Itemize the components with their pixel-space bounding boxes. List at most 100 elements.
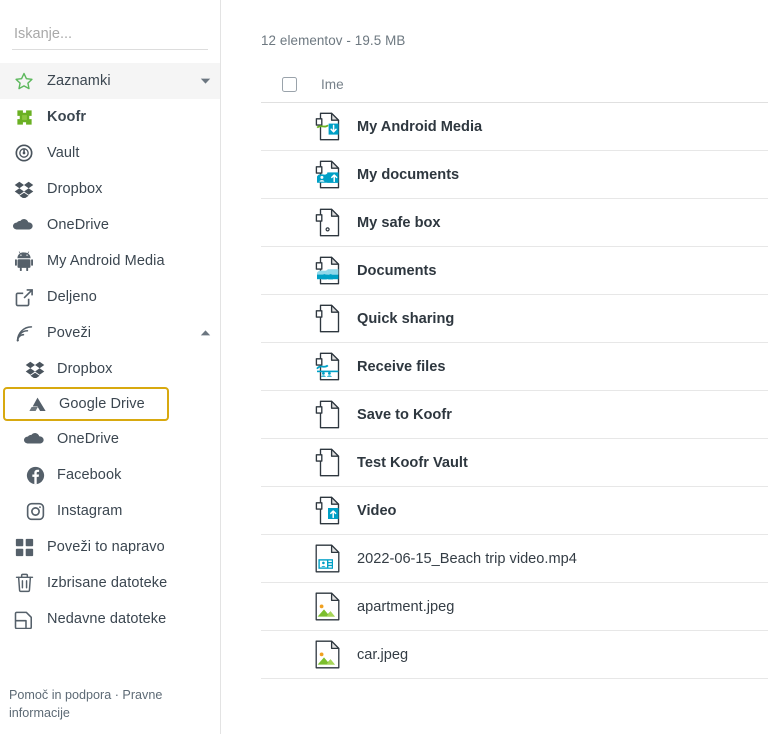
- android-icon: [13, 250, 35, 272]
- help-and-support-link[interactable]: Pomoč in podpora: [9, 688, 111, 702]
- facebook-icon: [24, 464, 46, 486]
- column-header-name[interactable]: Ime: [321, 77, 344, 92]
- vault-lock-icon: [13, 142, 35, 164]
- folder-receivers-icon: [314, 352, 341, 382]
- table-row[interactable]: Documents: [261, 247, 768, 295]
- sidebar-item-label: Izbrisane datoteke: [47, 575, 168, 591]
- main-content: 12 elementov - 19.5 MB Ime My Android Me…: [221, 0, 768, 734]
- sidebar-nav: Zaznamki Koofr Vault Dropbox OneDrive My Andr…: [0, 63, 220, 637]
- file-list: My Android Media My documents My safe bo…: [261, 103, 768, 679]
- table-row[interactable]: Save to Koofr: [261, 391, 768, 439]
- item-name[interactable]: Test Koofr Vault: [357, 455, 468, 471]
- item-name[interactable]: Receive files: [357, 359, 445, 375]
- sidebar-item-zaznamki[interactable]: Zaznamki: [0, 63, 220, 99]
- sidebar-item-label: Poveži to napravo: [47, 539, 165, 555]
- table-row[interactable]: My documents: [261, 151, 768, 199]
- dropbox-icon: [13, 178, 35, 200]
- folder-plain-icon: [314, 448, 341, 478]
- table-row[interactable]: Receive files: [261, 343, 768, 391]
- sidebar-item-label: Zaznamki: [47, 73, 111, 89]
- table-row[interactable]: car.jpeg: [261, 631, 768, 679]
- sidebar-item-onedrive[interactable]: OneDrive: [0, 207, 220, 243]
- item-name[interactable]: My documents: [357, 167, 459, 183]
- sidebar-item-deljeno[interactable]: Deljeno: [0, 279, 220, 315]
- sidebar-item-instagram[interactable]: Instagram: [0, 493, 220, 529]
- sidebar-item-label: Nedavne datoteke: [47, 611, 167, 627]
- item-name[interactable]: Video: [357, 503, 396, 519]
- select-all-checkbox[interactable]: [282, 77, 297, 92]
- sidebar-item-pove-i[interactable]: Poveži: [0, 315, 220, 351]
- sidebar-item-my-android-media[interactable]: My Android Media: [0, 243, 220, 279]
- footer-separator: ·: [111, 687, 123, 702]
- grid-devices-icon: [13, 536, 35, 558]
- connect-rss-icon: [13, 322, 35, 344]
- sidebar-item-dropbox[interactable]: Dropbox: [0, 171, 220, 207]
- sidebar-item-izbrisane-datoteke[interactable]: Izbrisane datoteke: [0, 565, 220, 601]
- folder-plain-icon: [314, 304, 341, 334]
- sidebar-item-label: Dropbox: [57, 361, 113, 377]
- share-external-icon: [13, 286, 35, 308]
- folder-shared-up-icon: [314, 160, 341, 190]
- folder-upload-icon: [314, 496, 341, 526]
- sidebar-item-label: Deljeno: [47, 289, 97, 305]
- search-input[interactable]: [12, 22, 208, 50]
- sidebar-item-dropbox[interactable]: Dropbox: [0, 351, 220, 387]
- sidebar-item-label: Instagram: [57, 503, 123, 519]
- sidebar-item-label: Facebook: [57, 467, 122, 483]
- onedrive-cloud-icon: [13, 214, 35, 236]
- dropbox-icon: [24, 358, 46, 380]
- chevron-down-icon[interactable]: [198, 74, 212, 88]
- trash-icon: [13, 572, 35, 594]
- video-file-icon: [314, 544, 341, 574]
- google-drive-icon: [26, 393, 48, 415]
- item-name[interactable]: car.jpeg: [357, 647, 408, 663]
- table-row[interactable]: apartment.jpeg: [261, 583, 768, 631]
- item-name[interactable]: Save to Koofr: [357, 407, 452, 423]
- folder-safe-icon: [314, 208, 341, 238]
- folder-plain-icon: [314, 400, 341, 430]
- sidebar-item-label: OneDrive: [57, 431, 120, 447]
- table-row[interactable]: My Android Media: [261, 103, 768, 151]
- sidebar-item-facebook[interactable]: Facebook: [0, 457, 220, 493]
- table-row[interactable]: My safe box: [261, 199, 768, 247]
- sidebar-item-label: My Android Media: [47, 253, 165, 269]
- item-name[interactable]: My safe box: [357, 215, 441, 231]
- sidebar-item-label: Google Drive: [59, 396, 145, 412]
- sidebar-item-label: Vault: [47, 145, 80, 161]
- koofr-logo-icon: [13, 106, 35, 128]
- sidebar-item-label: OneDrive: [47, 217, 110, 233]
- table-row[interactable]: Test Koofr Vault: [261, 439, 768, 487]
- sidebar-footer: Pomoč in podpora · Pravne informacije: [9, 686, 184, 723]
- table-row[interactable]: Quick sharing: [261, 295, 768, 343]
- item-name[interactable]: Documents: [357, 263, 436, 279]
- sidebar: Zaznamki Koofr Vault Dropbox OneDrive My Andr…: [0, 0, 221, 734]
- table-row[interactable]: 2022-06-15_Beach trip video.mp4: [261, 535, 768, 583]
- sidebar-item-google-drive[interactable]: Google Drive: [3, 387, 169, 421]
- sidebar-item-label: Poveži: [47, 325, 92, 341]
- sidebar-item-koofr[interactable]: Koofr: [0, 99, 220, 135]
- onedrive-cloud-icon: [24, 428, 46, 450]
- items-summary: 12 elementov - 19.5 MB: [261, 33, 406, 48]
- table-row[interactable]: Video: [261, 487, 768, 535]
- list-header: Ime: [261, 67, 768, 103]
- image-file-icon: [314, 592, 341, 622]
- item-name[interactable]: Quick sharing: [357, 311, 454, 327]
- chevron-up-icon[interactable]: [198, 326, 212, 340]
- instagram-icon: [24, 500, 46, 522]
- folder-receive-icon: [314, 112, 341, 142]
- item-name[interactable]: 2022-06-15_Beach trip video.mp4: [357, 551, 577, 567]
- image-file-icon: [314, 640, 341, 670]
- sidebar-item-nedavne-datoteke[interactable]: Nedavne datoteke: [0, 601, 220, 637]
- sidebar-item-vault[interactable]: Vault: [0, 135, 220, 171]
- sidebar-item-onedrive[interactable]: OneDrive: [0, 421, 220, 457]
- sidebar-item-label: Koofr: [47, 109, 87, 125]
- star-icon: [13, 70, 35, 92]
- folder-shared-icon: [314, 256, 341, 286]
- recent-file-icon: [13, 608, 35, 630]
- sidebar-item-label: Dropbox: [47, 181, 103, 197]
- item-name[interactable]: apartment.jpeg: [357, 599, 454, 615]
- item-name[interactable]: My Android Media: [357, 119, 482, 135]
- search-container: [0, 22, 220, 50]
- sidebar-item-pove-i-to-napravo[interactable]: Poveži to napravo: [0, 529, 220, 565]
- koofr-file-manager: Zaznamki Koofr Vault Dropbox OneDrive My Andr…: [0, 0, 768, 734]
